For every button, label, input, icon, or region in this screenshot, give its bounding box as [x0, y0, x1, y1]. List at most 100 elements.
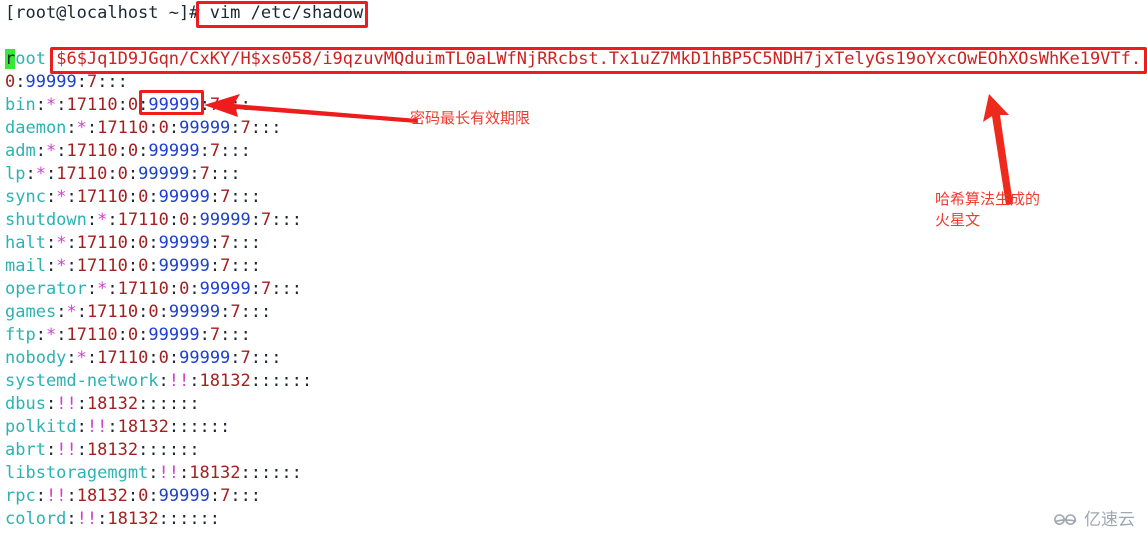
max-days: 99999 [25, 72, 77, 92]
shadow-entry: systemd-network:!!:18132:::::: [5, 370, 312, 393]
field-separator: : [148, 118, 159, 138]
last-change-date: 17110 [97, 118, 149, 138]
shadow-entry: bin:*:17110:0:99999:7::: [5, 94, 251, 117]
field-separator: : [56, 141, 67, 161]
terminal-output: [root@localhost ~]# vim /etc/shadow root:… [0, 0, 1147, 536]
password-field: * [97, 210, 108, 230]
field-separator: : [158, 371, 169, 391]
min-days: 0 [127, 325, 139, 345]
field-separator: : [76, 440, 87, 460]
field-separator: : [66, 486, 77, 506]
field-separator: ::: [97, 72, 128, 92]
username: dbus [5, 394, 46, 414]
shadow-entry: abrt:!!:18132:::::: [5, 439, 200, 462]
field-separator: ::: [271, 210, 302, 230]
username: systemd-network [5, 371, 159, 391]
field-separator: ::: [240, 302, 272, 322]
vim-cursor: r [5, 49, 16, 69]
min-days: 0 [138, 256, 149, 276]
field-separator: : [117, 325, 128, 345]
field-separator: : [45, 440, 57, 460]
field-separator: : [168, 210, 180, 230]
warn-days: 7 [199, 164, 210, 184]
shadow-entry: colord:!!:18132:::::: [5, 508, 220, 531]
password-field: !! [56, 440, 77, 460]
last-change-date: 18132 [86, 394, 139, 414]
shadow-entry: mail:*:17110:0:99999:7::: [5, 255, 261, 278]
shadow-entry: halt:*:17110:0:99999:7::: [5, 232, 261, 255]
max-days: 99999 [199, 210, 251, 230]
field-separator: ::: [220, 141, 251, 161]
username: colord [5, 509, 67, 529]
field-separator: : [168, 118, 180, 138]
username: bin [5, 95, 36, 115]
prompt-line: [root@localhost ~]# vim /etc/shadow [5, 2, 363, 25]
warn-days: 7 [220, 233, 231, 253]
field-separator: : [199, 141, 210, 161]
field-separator: : [127, 233, 139, 253]
field-separator: ::: [230, 187, 262, 207]
field-separator: ::: [230, 256, 262, 276]
password-field: !! [158, 463, 180, 483]
max-days: 99999 [148, 95, 200, 115]
username: oot [15, 49, 46, 69]
password-field: !! [45, 486, 67, 506]
username: sync [5, 187, 46, 207]
last-change-date: 18132 [199, 371, 251, 391]
username: libstoragemgmt [5, 463, 149, 483]
shadow-entry: nobody:*:17110:0:99999:7::: [5, 347, 282, 370]
shadow-entry: games:*:17110:0:99999:7::: [5, 301, 271, 324]
field-separator: : [66, 187, 77, 207]
min-days: 0 [179, 210, 190, 230]
max-days: 99999 [158, 256, 210, 276]
field-separator: : [148, 486, 159, 506]
field-separator: : [45, 394, 57, 414]
field-separator: : [189, 210, 200, 230]
warn-days: 7 [209, 95, 221, 115]
password-field: * [76, 118, 87, 138]
field-separator: : [189, 279, 200, 299]
last-change-date: 17110 [66, 325, 118, 345]
field-separator: : [56, 325, 67, 345]
cloud-icon [1053, 509, 1079, 527]
field-separator: : [138, 141, 149, 161]
warn-days: 7 [220, 187, 231, 207]
field-separator: : [209, 256, 221, 276]
username: lp [5, 164, 26, 184]
last-change-date: 17110 [117, 210, 169, 230]
shadow-entry: libstoragemgmt:!!:18132:::::: [5, 462, 302, 485]
max-days-annotation: 密码最长有效期限 [410, 109, 531, 127]
hash-annotation: 哈希算法生成的火星文 [935, 190, 1041, 229]
field-separator: : [158, 302, 169, 322]
username: mail [5, 256, 46, 276]
field-separator: : [148, 233, 159, 253]
field-separator: ::: [220, 95, 251, 115]
last-change-date: 17110 [117, 279, 169, 299]
field-separator: : [168, 417, 180, 437]
field-separator: ::: [250, 348, 282, 368]
max-days: 99999 [168, 302, 221, 322]
password-field: * [56, 187, 67, 207]
field-separator: : [250, 371, 261, 391]
min-days: 0 [117, 164, 128, 184]
field-separator: ::::: [148, 440, 200, 460]
password-field: !! [76, 509, 98, 529]
shadow-entry: adm:*:17110:0:99999:7::: [5, 140, 251, 163]
field-separator: : [35, 486, 46, 506]
shadow-entry: ftp:*:17110:0:99999:7::: [5, 324, 251, 347]
warn-days: 7 [261, 210, 272, 230]
watermark: 亿速云 [1053, 505, 1135, 530]
field-separator: : [189, 164, 200, 184]
field-separator: : [230, 348, 241, 368]
field-separator: : [76, 394, 87, 414]
field-separator: : [107, 164, 118, 184]
password-field: * [97, 279, 108, 299]
last-change-date: 17110 [86, 302, 139, 322]
field-separator: ::: [220, 325, 251, 345]
min-days: 0 [158, 348, 169, 368]
last-change-date: 18132 [107, 509, 159, 529]
max-days: 99999 [179, 118, 231, 138]
last-change-date: 17110 [56, 164, 108, 184]
field-separator: : [76, 417, 87, 437]
password-field: * [45, 325, 57, 345]
